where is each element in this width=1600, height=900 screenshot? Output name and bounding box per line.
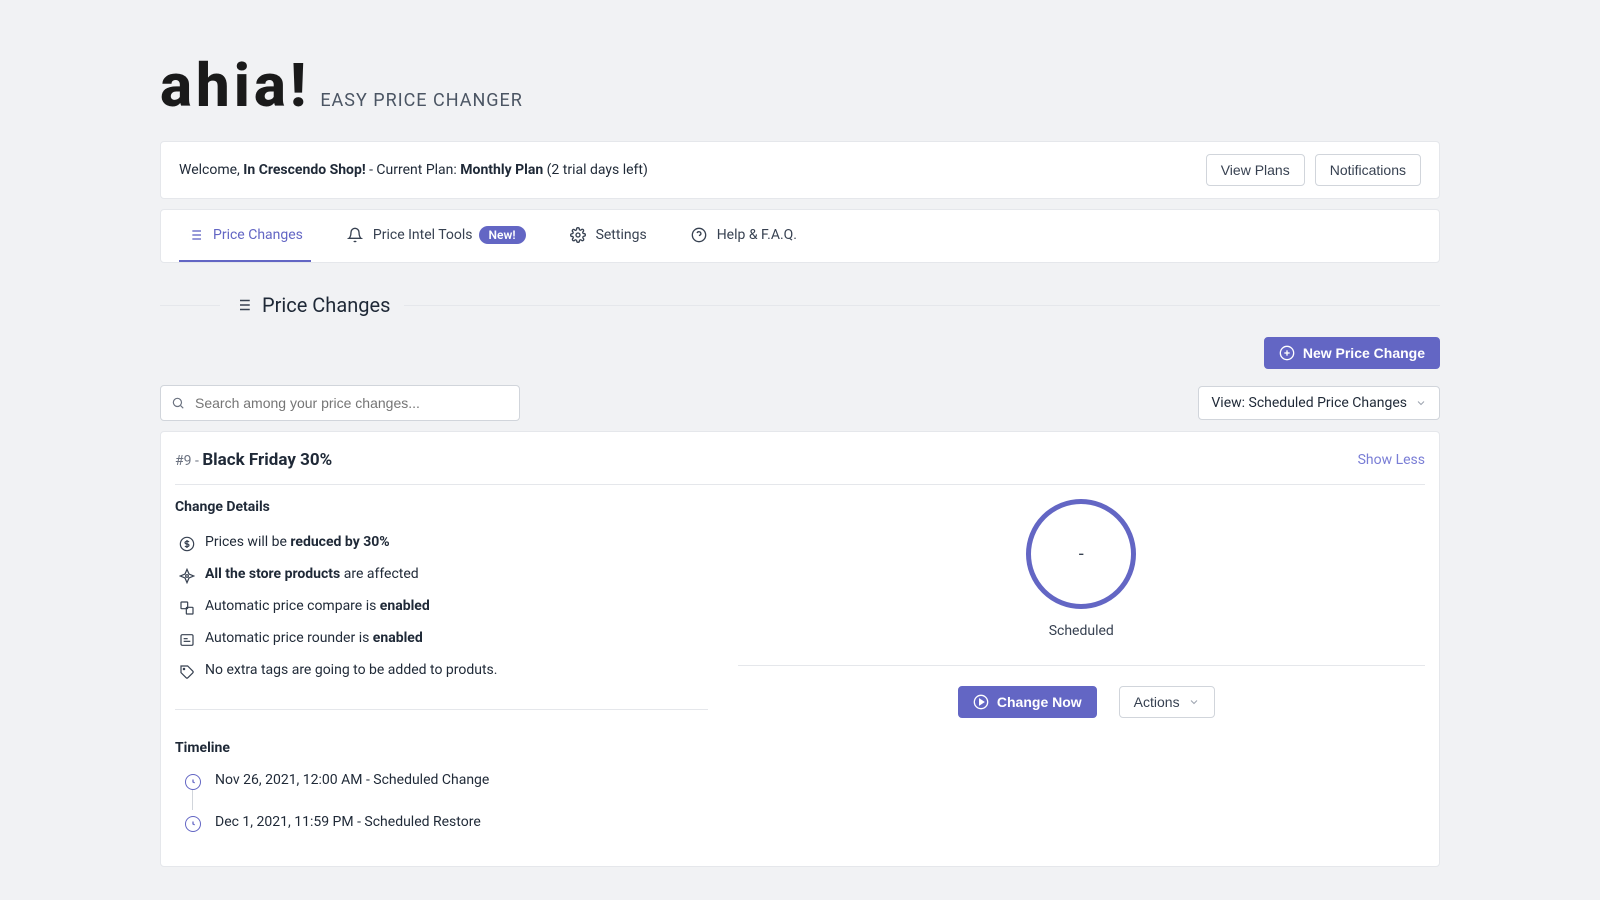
- welcome-bar: Welcome, In Crescendo Shop! - Current Pl…: [160, 141, 1440, 199]
- header-logo: ahia! EASY PRICE CHANGER: [160, 40, 1440, 141]
- nav-label: Settings: [596, 227, 647, 243]
- search-icon: [171, 396, 185, 410]
- section-title-text: Price Changes: [262, 293, 390, 317]
- actions-dropdown-button[interactable]: Actions: [1119, 686, 1215, 718]
- nav-price-intel[interactable]: Price Intel Tools New!: [339, 210, 534, 262]
- new-button-label: New Price Change: [1303, 345, 1425, 361]
- trial-days: (2 trial days left): [543, 162, 648, 178]
- brand-logo: ahia!: [160, 50, 310, 121]
- detail-row: Automatic price compare is enabled: [175, 591, 708, 623]
- bell-icon: [347, 227, 363, 243]
- search-field-wrap[interactable]: [160, 385, 520, 421]
- detail-text: Automatic price rounder is: [205, 630, 373, 646]
- detail-bold: reduced by 30%: [290, 534, 389, 550]
- plus-circle-icon: [1279, 345, 1295, 361]
- nav-help[interactable]: Help & F.A.Q.: [683, 210, 805, 262]
- chevron-down-icon: [1415, 397, 1427, 409]
- detail-text: are affected: [340, 566, 418, 582]
- notifications-button[interactable]: Notifications: [1315, 154, 1421, 186]
- change-id: #9: [175, 453, 192, 469]
- target-icon: [175, 566, 199, 584]
- detail-bold: enabled: [380, 598, 430, 614]
- change-sep: -: [192, 453, 203, 469]
- detail-text: Prices will be: [205, 534, 290, 550]
- plan-name: Monthly Plan: [460, 162, 543, 178]
- plan-prefix: - Current Plan:: [366, 162, 461, 178]
- nav-settings[interactable]: Settings: [562, 210, 655, 262]
- list-icon: [234, 296, 252, 314]
- welcome-shop: In Crescendo Shop!: [243, 162, 365, 178]
- list-icon: [187, 227, 203, 243]
- change-now-label: Change Now: [997, 694, 1082, 710]
- timeline-item: Nov 26, 2021, 12:00 AM - Scheduled Chang…: [175, 768, 708, 794]
- change-name: Black Friday 30%: [202, 450, 332, 470]
- nav-label: Help & F.A.Q.: [717, 227, 797, 243]
- tag-icon: [175, 662, 199, 680]
- main-nav: Price Changes Price Intel Tools New! Set…: [160, 209, 1440, 263]
- detail-row: Automatic price rounder is enabled: [175, 623, 708, 655]
- view-filter-label: View: Scheduled Price Changes: [1211, 395, 1407, 411]
- actions-label: Actions: [1134, 694, 1180, 710]
- search-input[interactable]: [193, 394, 509, 412]
- details-heading: Change Details: [175, 499, 708, 515]
- brand-tagline: EASY PRICE CHANGER: [320, 90, 523, 111]
- status-ring: -: [1026, 499, 1136, 609]
- detail-text: Automatic price compare is: [205, 598, 380, 614]
- nav-label: Price Changes: [213, 227, 303, 243]
- help-icon: [691, 227, 707, 243]
- new-badge: New!: [479, 226, 526, 244]
- nav-label: Price Intel Tools: [373, 227, 473, 243]
- clock-icon: [185, 816, 201, 832]
- dollar-icon: [175, 534, 199, 552]
- show-less-link[interactable]: Show Less: [1358, 452, 1425, 468]
- welcome-text: Welcome, In Crescendo Shop! - Current Pl…: [179, 162, 1196, 178]
- compare-icon: [175, 598, 199, 616]
- chevron-down-icon: [1188, 696, 1200, 708]
- price-change-card: #9 - Black Friday 30% Show Less Change D…: [160, 431, 1440, 867]
- welcome-prefix: Welcome,: [179, 162, 243, 178]
- detail-bold: All the store products: [205, 566, 340, 582]
- section-title: Price Changes: [160, 293, 1440, 317]
- new-price-change-button[interactable]: New Price Change: [1264, 337, 1440, 369]
- detail-text: No extra tags are going to be added to p…: [199, 662, 708, 678]
- change-now-button[interactable]: Change Now: [958, 686, 1097, 718]
- timeline-text: Dec 1, 2021, 11:59 PM - Scheduled Restor…: [215, 814, 481, 830]
- status-label: Scheduled: [1049, 623, 1114, 639]
- view-plans-button[interactable]: View Plans: [1206, 154, 1305, 186]
- detail-row: No extra tags are going to be added to p…: [175, 655, 708, 687]
- timeline-heading: Timeline: [175, 740, 708, 756]
- detail-bold: enabled: [373, 630, 423, 646]
- view-filter-select[interactable]: View: Scheduled Price Changes: [1198, 386, 1440, 420]
- timeline-text: Nov 26, 2021, 12:00 AM - Scheduled Chang…: [215, 772, 489, 788]
- timeline-item: Dec 1, 2021, 11:59 PM - Scheduled Restor…: [175, 810, 708, 836]
- detail-row: Prices will be reduced by 30%: [175, 527, 708, 559]
- detail-row: All the store products are affected: [175, 559, 708, 591]
- nav-price-changes[interactable]: Price Changes: [179, 210, 311, 262]
- clock-icon: [185, 774, 201, 790]
- ring-value: -: [1079, 544, 1084, 565]
- play-circle-icon: [973, 694, 989, 710]
- gear-icon: [570, 227, 586, 243]
- rounder-icon: [175, 630, 199, 648]
